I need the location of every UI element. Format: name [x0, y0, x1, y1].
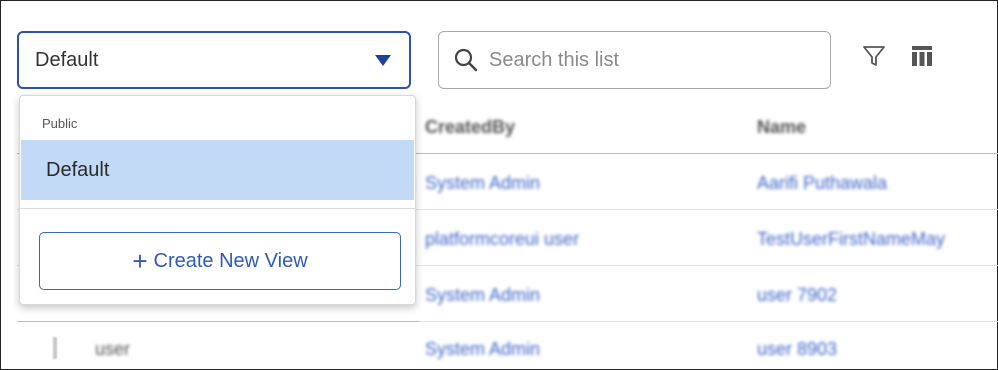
cell-created-by[interactable]: System Admin [425, 173, 540, 194]
view-selector-value: Default [35, 48, 99, 71]
cell-created-by[interactable]: platformcoreui user [425, 229, 579, 250]
row-handle [53, 337, 57, 359]
cell-name[interactable]: user 7902 [757, 285, 837, 306]
view-option-label: Default [46, 158, 110, 181]
cell-created-by[interactable]: System Admin [425, 285, 540, 306]
search-input[interactable] [489, 48, 816, 72]
filter-icon[interactable] [861, 43, 887, 69]
cell-name[interactable]: TestUserFirstNameMay [757, 229, 945, 250]
view-selector[interactable]: Default [17, 31, 411, 89]
view-dropdown: Public Default + Create New View [19, 95, 416, 305]
cell-name[interactable]: user 8903 [757, 339, 837, 360]
view-option-default[interactable]: Default [21, 140, 414, 200]
columns-icon[interactable] [909, 43, 935, 69]
plus-icon: + [132, 246, 148, 276]
table-row[interactable]: user System Admin user 8903 [17, 323, 998, 370]
cell-name[interactable]: Aarifi Puthawala [757, 173, 887, 194]
search-icon [453, 47, 479, 73]
dropdown-divider [20, 208, 415, 209]
app-frame: Default CreatedBy Name [0, 0, 998, 370]
row-divider [17, 321, 419, 322]
column-header-name[interactable]: Name [757, 117, 806, 138]
cell-created-by[interactable]: System Admin [425, 339, 540, 360]
cell-first: user [95, 339, 131, 359]
group-label-public: Public [42, 116, 78, 131]
search-box[interactable] [438, 31, 831, 89]
row-divider [419, 321, 998, 322]
column-header-createdby[interactable]: CreatedBy [425, 117, 515, 138]
create-new-view-button[interactable]: + Create New View [39, 232, 401, 290]
create-new-view-label: Create New View [153, 249, 308, 272]
caret-down-icon [375, 54, 391, 66]
